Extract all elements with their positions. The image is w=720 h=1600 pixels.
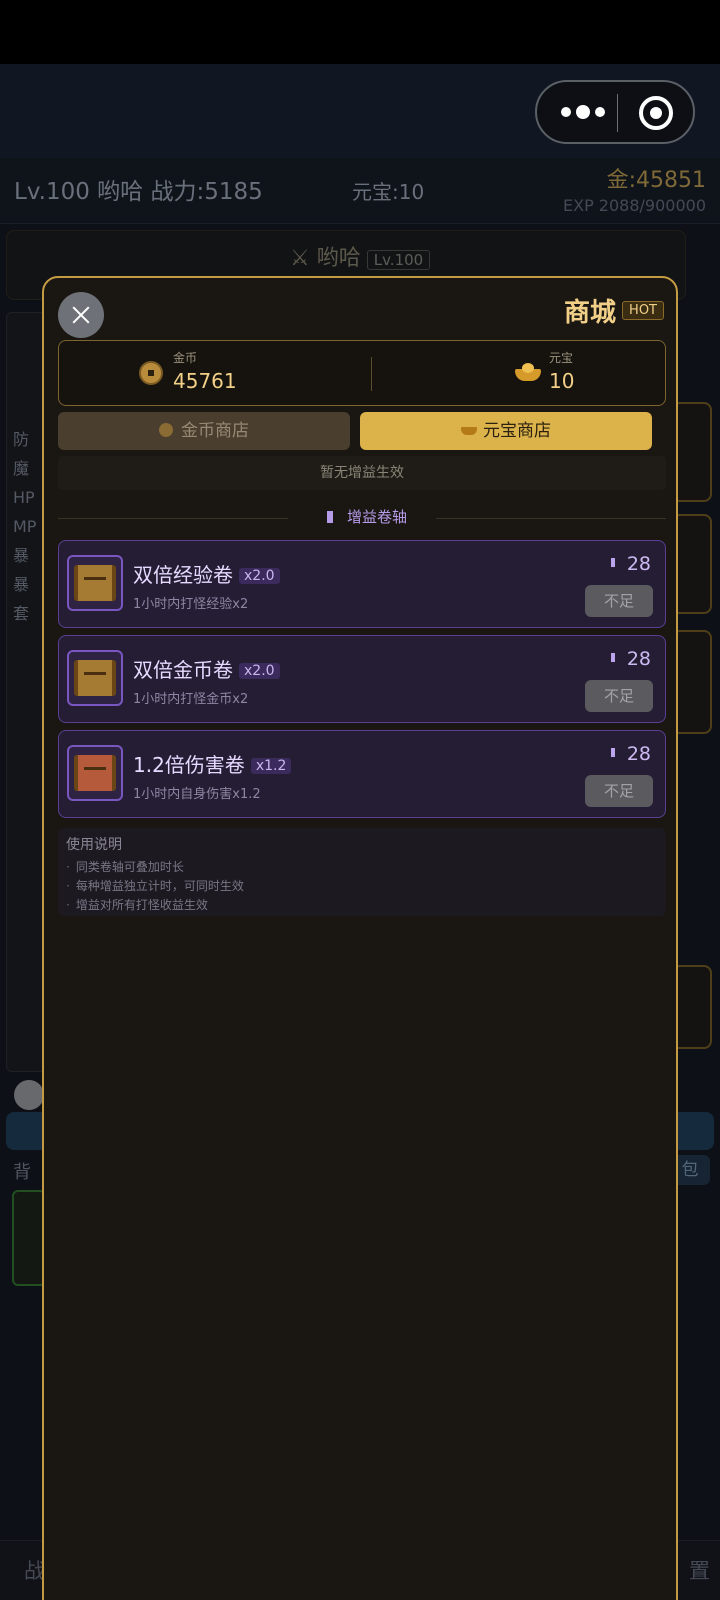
usage-notes-title: 使用说明 bbox=[66, 837, 122, 853]
scroll-image bbox=[67, 555, 123, 611]
capsule-divider bbox=[617, 94, 618, 132]
hot-badge: HOT bbox=[622, 301, 664, 320]
divider-right bbox=[436, 518, 666, 519]
shop-title-text: 商城 bbox=[564, 298, 617, 328]
coin-balance: 金币 45761 bbox=[139, 349, 299, 399]
shop-modal: 商城 HOT 金币 45761 元宝 10 金币商店 元宝商店 暂无增益生效 增益… bbox=[42, 276, 678, 1600]
shop-item[interactable]: 1.2倍伤害卷 x1.2 1小时内自身伤害x1.2 28 不足 bbox=[58, 730, 666, 818]
section-title: 增益卷轴 bbox=[312, 506, 422, 527]
scroll-icon bbox=[326, 511, 333, 523]
item-description: 1小时内自身伤害x1.2 bbox=[133, 787, 261, 802]
item-multiplier: x2.0 bbox=[239, 568, 280, 584]
balance-panel: 金币 45761 元宝 10 bbox=[58, 340, 666, 406]
item-name: 1.2倍伤害卷 x1.2 bbox=[133, 749, 292, 778]
usage-note: 同类卷轴可叠加时长 bbox=[66, 858, 244, 877]
usage-notes: 使用说明 同类卷轴可叠加时长 每种增益独立计时，可同时生效 增益对所有打怪收益生… bbox=[58, 828, 666, 916]
shop-title: 商城 HOT bbox=[514, 292, 664, 328]
item-name: 双倍金币卷 x2.0 bbox=[133, 654, 280, 683]
tab-coin-shop-label: 金币商店 bbox=[181, 421, 249, 441]
shop-item[interactable]: 双倍金币卷 x2.0 1小时内打怪金币x2 28 不足 bbox=[58, 635, 666, 723]
item-description: 1小时内打怪金币x2 bbox=[133, 692, 249, 707]
shop-item[interactable]: 双倍经验卷 x2.0 1小时内打怪经验x2 28 不足 bbox=[58, 540, 666, 628]
capsule-menu bbox=[535, 80, 695, 144]
ingot-icon bbox=[610, 748, 615, 757]
usage-note: 增益对所有打怪收益生效 bbox=[66, 896, 244, 915]
ingot-icon bbox=[515, 361, 541, 385]
item-price: 28 bbox=[610, 648, 651, 670]
tab-ingot-shop[interactable]: 元宝商店 bbox=[360, 412, 652, 450]
buy-button[interactable]: 不足 bbox=[585, 775, 653, 807]
ingot-balance-label: 元宝 bbox=[549, 351, 574, 365]
ingot-balance: 元宝 10 bbox=[515, 349, 635, 399]
ingot-icon bbox=[610, 558, 615, 567]
item-price: 28 bbox=[610, 553, 651, 575]
more-icon[interactable] bbox=[561, 102, 615, 122]
coin-icon bbox=[139, 361, 163, 385]
scroll-image bbox=[67, 650, 123, 706]
item-description: 1小时内打怪经验x2 bbox=[133, 597, 249, 612]
usage-note: 每种增益独立计时，可同时生效 bbox=[66, 877, 244, 896]
coin-balance-label: 金币 bbox=[173, 351, 198, 365]
coin-balance-value: 45761 bbox=[173, 369, 237, 393]
ingot-icon bbox=[610, 653, 615, 662]
tab-coin-shop[interactable]: 金币商店 bbox=[58, 412, 350, 450]
item-multiplier: x2.0 bbox=[239, 663, 280, 679]
buy-button[interactable]: 不足 bbox=[585, 680, 653, 712]
divider-left bbox=[58, 518, 288, 519]
item-multiplier: x1.2 bbox=[250, 758, 292, 774]
buy-button[interactable]: 不足 bbox=[585, 585, 653, 617]
scroll-image bbox=[67, 745, 123, 801]
active-buff-status: 暂无增益生效 bbox=[58, 456, 666, 490]
usage-notes-list: 同类卷轴可叠加时长 每种增益独立计时，可同时生效 增益对所有打怪收益生效 bbox=[66, 858, 244, 915]
item-name: 双倍经验卷 x2.0 bbox=[133, 559, 280, 588]
ingot-balance-value: 10 bbox=[549, 369, 575, 393]
section-header: 增益卷轴 bbox=[58, 504, 666, 534]
item-price: 28 bbox=[610, 743, 651, 765]
coin-icon bbox=[159, 423, 173, 437]
balance-divider bbox=[371, 357, 372, 391]
tab-ingot-shop-label: 元宝商店 bbox=[483, 421, 551, 441]
ingot-icon bbox=[461, 423, 477, 437]
close-mini-program-icon[interactable] bbox=[639, 96, 673, 130]
system-status-bar bbox=[0, 0, 720, 64]
close-icon[interactable] bbox=[58, 292, 104, 338]
